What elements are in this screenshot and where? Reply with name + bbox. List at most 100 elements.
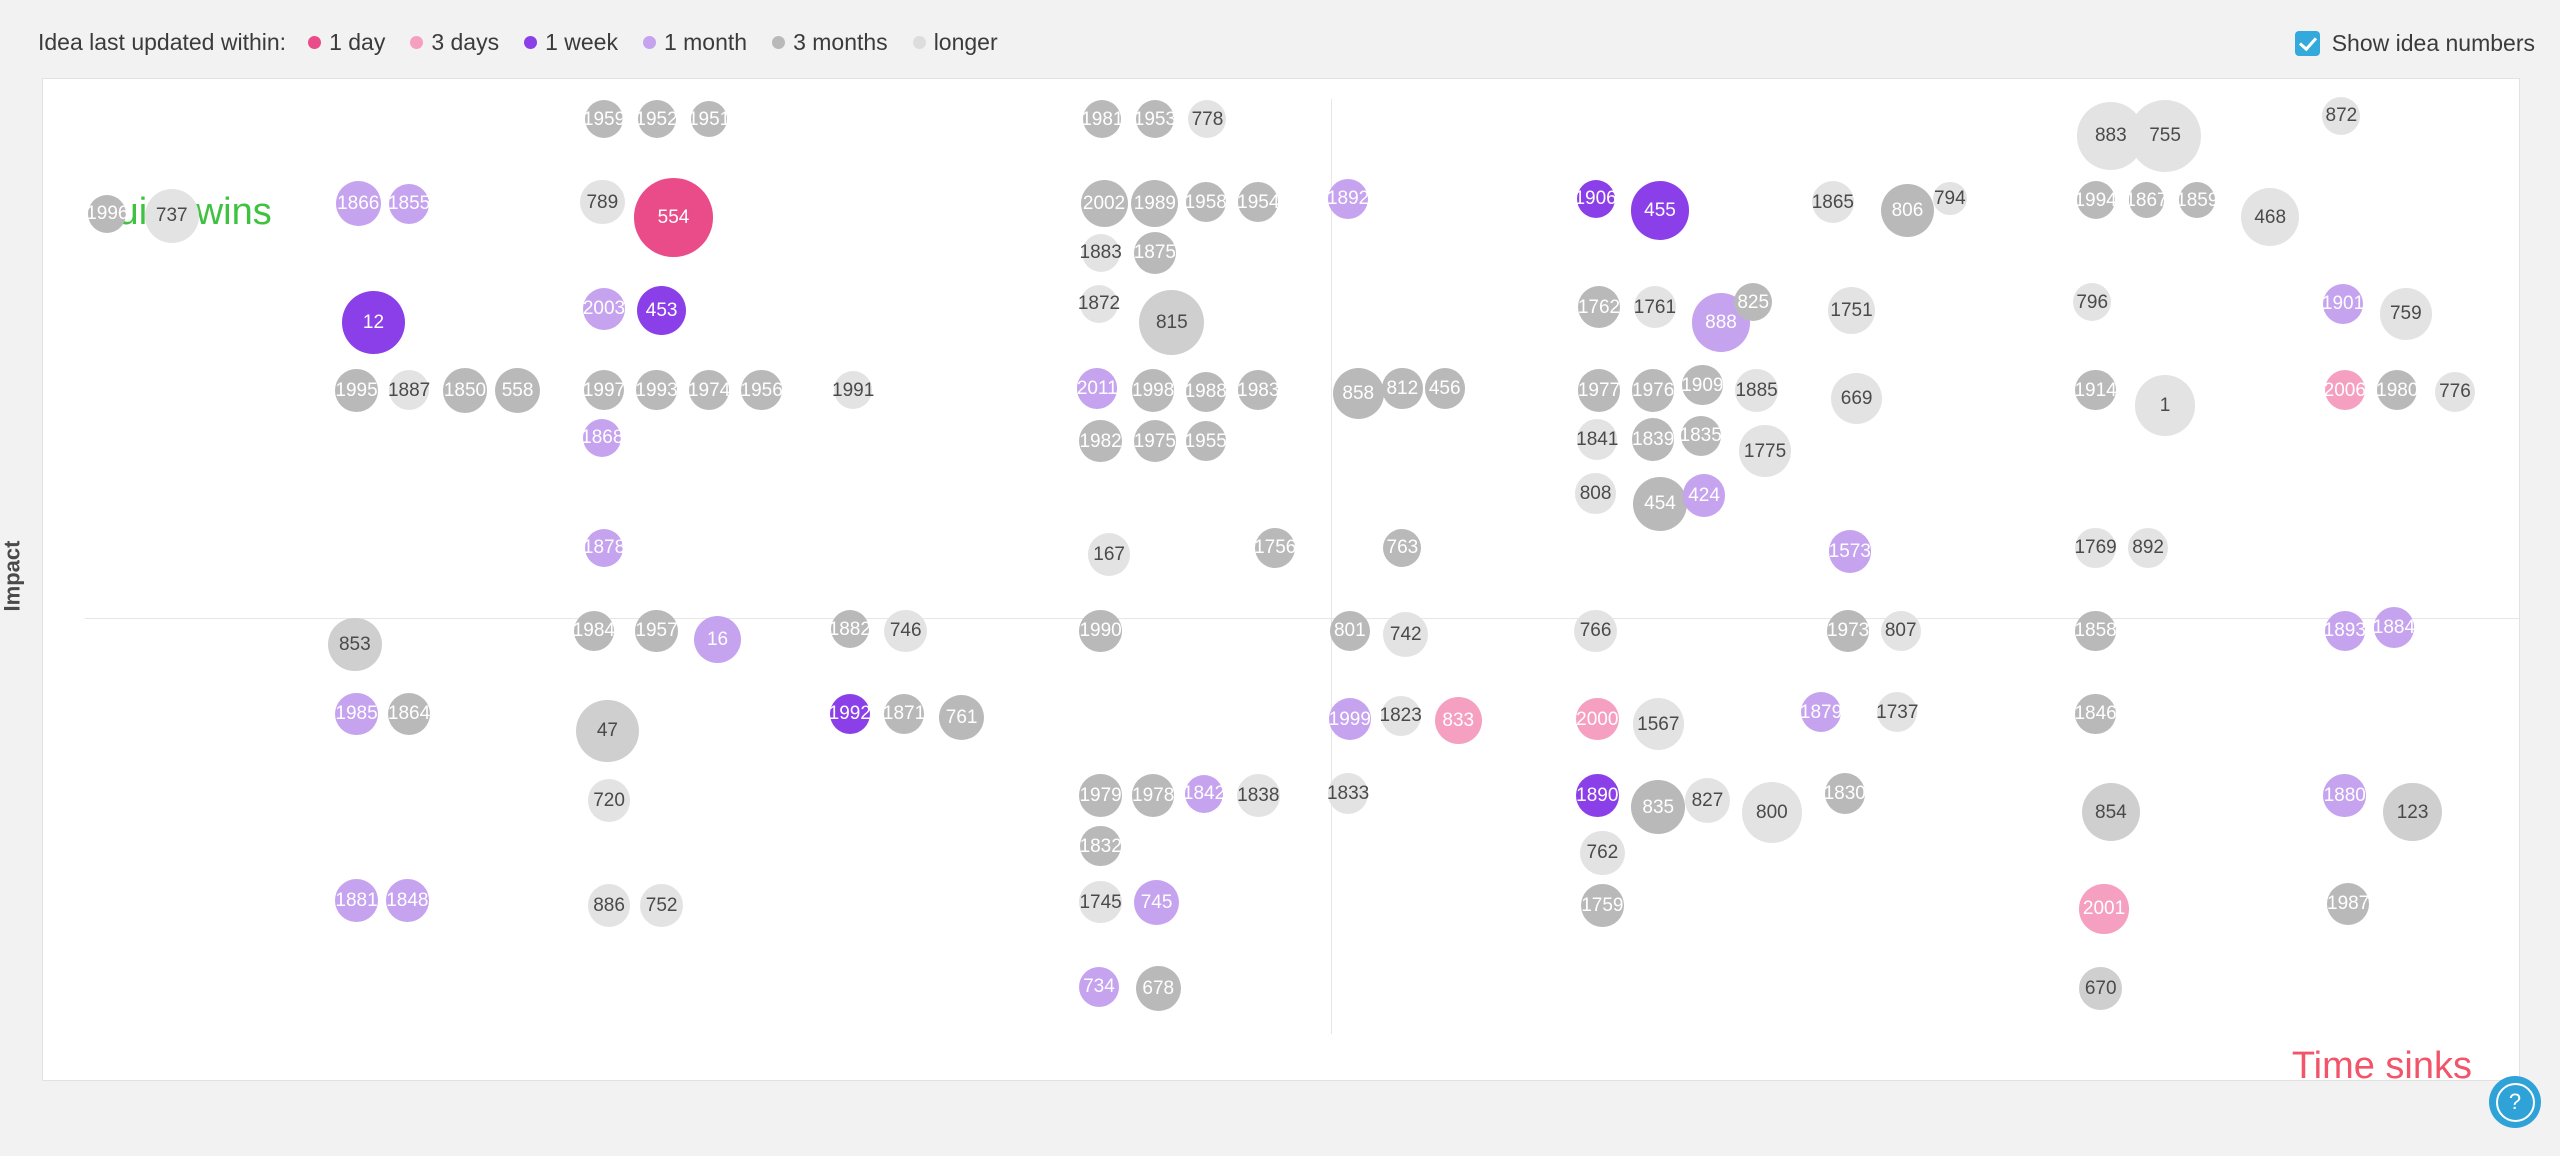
idea-bubble[interactable]: 2011 [1077, 368, 1118, 409]
idea-bubble[interactable]: 1859 [2176, 182, 2218, 219]
idea-bubble[interactable]: 825 [1734, 283, 1773, 322]
idea-bubble[interactable]: 1990 [1079, 609, 1122, 653]
idea-bubble[interactable]: 1977 [1577, 368, 1621, 412]
idea-bubble[interactable]: 1890 [1576, 774, 1619, 817]
legend-item-3-days[interactable]: 3 days [410, 29, 499, 56]
idea-bubble[interactable]: 789 [579, 179, 625, 225]
legend-item-1-month[interactable]: 1 month [642, 29, 747, 56]
idea-bubble[interactable]: 737 [144, 188, 199, 243]
idea-bubble[interactable]: 456 [1424, 368, 1465, 409]
idea-bubble[interactable]: 1751 [1828, 287, 1876, 335]
idea-bubble[interactable]: 1838 [1237, 774, 1280, 817]
idea-bubble[interactable]: 1855 [388, 183, 430, 224]
idea-bubble[interactable]: 1988 [1185, 371, 1227, 413]
legend-item-longer[interactable]: longer [912, 29, 998, 56]
idea-bubble[interactable]: 123 [2383, 783, 2442, 842]
idea-bubble[interactable]: 1823 [1380, 695, 1422, 736]
idea-bubble[interactable]: 807 [1880, 610, 1921, 652]
idea-bubble[interactable]: 1737 [1876, 692, 1918, 733]
idea-bubble[interactable]: 1761 [1633, 285, 1677, 329]
idea-bubble[interactable]: 892 [2127, 527, 2169, 569]
idea-bubble[interactable]: 1846 [2074, 693, 2117, 735]
idea-bubble[interactable]: 806 [1880, 183, 1935, 238]
idea-bubble[interactable]: 1769 [2074, 527, 2117, 569]
idea-bubble[interactable]: 755 [2129, 100, 2201, 172]
idea-bubble[interactable]: 1992 [829, 693, 871, 735]
idea-bubble[interactable]: 1914 [2074, 370, 2117, 411]
idea-bubble[interactable]: 1839 [1631, 418, 1675, 461]
idea-bubble[interactable]: 766 [1574, 609, 1617, 653]
idea-bubble[interactable]: 796 [2073, 283, 2112, 322]
idea-bubble[interactable]: 1879 [1800, 692, 1842, 733]
idea-bubble[interactable]: 1848 [386, 879, 429, 922]
idea-bubble[interactable]: 858 [1332, 367, 1385, 420]
idea-bubble[interactable]: 1850 [442, 367, 488, 413]
idea-bubble[interactable]: 1892 [1327, 178, 1369, 219]
idea-bubble[interactable]: 761 [939, 694, 985, 740]
idea-bubble[interactable]: 1868 [581, 418, 623, 457]
idea-bubble[interactable]: 720 [587, 779, 631, 822]
idea-bubble[interactable]: 1871 [883, 693, 925, 735]
idea-bubble[interactable]: 1998 [1131, 368, 1175, 412]
idea-bubble[interactable]: 670 [2079, 967, 2122, 1010]
idea-bubble[interactable]: 1951 [688, 101, 730, 137]
idea-bubble[interactable]: 763 [1383, 528, 1422, 567]
idea-bubble[interactable]: 1573 [1828, 529, 1872, 573]
idea-bubble[interactable]: 1909 [1681, 364, 1724, 406]
idea-bubble[interactable]: 16 [694, 615, 742, 663]
idea-bubble[interactable]: 812 [1382, 368, 1423, 409]
idea-bubble[interactable]: 1982 [1079, 419, 1122, 463]
idea-bubble[interactable]: 1957 [635, 609, 678, 653]
idea-bubble[interactable]: 1956 [741, 370, 783, 411]
idea-bubble[interactable]: 1880 [2323, 774, 2367, 817]
idea-bubble[interactable]: 1759 [1581, 884, 1624, 927]
idea-bubble[interactable]: 47 [576, 699, 639, 763]
idea-bubble[interactable]: 854 [2081, 783, 2140, 842]
idea-bubble[interactable]: 1745 [1079, 880, 1122, 924]
idea-bubble[interactable]: 1 [2134, 375, 2196, 436]
help-button[interactable]: ? [2489, 1076, 2541, 1128]
idea-bubble[interactable]: 1906 [1574, 179, 1617, 218]
idea-bubble[interactable]: 1864 [387, 692, 431, 736]
idea-bubble[interactable]: 1885 [1735, 368, 1778, 412]
idea-bubble[interactable]: 1959 [583, 99, 625, 139]
idea-bubble[interactable]: 1865 [1811, 180, 1855, 224]
idea-bubble[interactable]: 1979 [1079, 774, 1122, 817]
idea-bubble[interactable]: 1999 [1328, 697, 1372, 741]
idea-bubble[interactable]: 1991 [832, 371, 874, 410]
idea-bubble[interactable]: 1953 [1134, 99, 1176, 139]
idea-bubble[interactable]: 1958 [1185, 181, 1227, 223]
idea-bubble[interactable]: 1835 [1680, 415, 1722, 457]
idea-bubble[interactable]: 554 [634, 178, 713, 257]
idea-bubble[interactable]: 1830 [1824, 773, 1866, 814]
idea-bubble[interactable]: 745 [1134, 879, 1179, 925]
idea-bubble[interactable]: 794 [1933, 181, 1967, 216]
idea-bubble[interactable]: 1981 [1081, 99, 1123, 139]
idea-bubble[interactable]: 1762 [1577, 285, 1621, 329]
idea-bubble[interactable]: 1756 [1254, 527, 1296, 569]
idea-bubble[interactable]: 1881 [335, 879, 378, 922]
idea-bubble[interactable]: 454 [1633, 476, 1687, 531]
idea-bubble[interactable]: 424 [1682, 474, 1726, 517]
idea-bubble[interactable]: 801 [1329, 610, 1370, 652]
idea-bubble[interactable]: 1875 [1133, 231, 1177, 275]
idea-bubble[interactable]: 734 [1078, 966, 1120, 1008]
idea-bubble[interactable]: 1955 [1185, 420, 1227, 462]
idea-bubble[interactable]: 1858 [2074, 610, 2117, 652]
idea-bubble[interactable]: 1567 [1632, 698, 1685, 750]
idea-bubble[interactable]: 1975 [1133, 419, 1177, 463]
idea-bubble[interactable]: 1985 [335, 692, 378, 736]
idea-bubble[interactable]: 2000 [1576, 697, 1619, 741]
idea-bubble[interactable]: 815 [1139, 289, 1205, 355]
idea-bubble[interactable]: 1993 [635, 370, 678, 411]
legend-item-1-day[interactable]: 1 day [308, 29, 385, 56]
idea-bubble[interactable]: 1878 [583, 528, 625, 567]
idea-bubble[interactable]: 800 [1741, 782, 1803, 843]
idea-bubble[interactable]: 453 [637, 285, 687, 336]
idea-bubble[interactable]: 1775 [1739, 425, 1791, 477]
show-idea-numbers-toggle[interactable]: Show idea numbers [2294, 30, 2535, 57]
idea-bubble[interactable]: 1983 [1237, 370, 1279, 411]
idea-bubble[interactable]: 759 [2380, 288, 2432, 340]
idea-bubble[interactable]: 1997 [583, 370, 625, 411]
idea-bubble[interactable]: 872 [2322, 96, 2361, 135]
